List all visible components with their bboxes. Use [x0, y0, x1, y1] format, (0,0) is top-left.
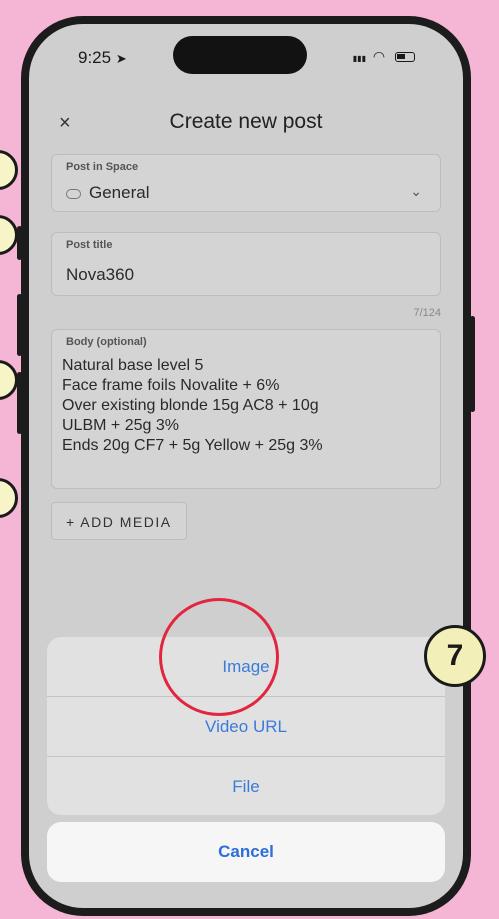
battery-icon [395, 52, 415, 63]
phone-frame: 9:25 ➤ ▮▮▮ ◠ × Create new post Post in S… [17, 16, 475, 916]
body-field[interactable]: Body (optional) Natural base level 5 Fac… [51, 329, 441, 489]
phone-side-button [17, 294, 22, 356]
status-icons: ▮▮▮ ◠ [353, 48, 415, 65]
page-title: Create new post [169, 110, 323, 133]
body-text[interactable]: Natural base level 5 Face frame foils No… [62, 356, 323, 456]
body-line: Ends 20g CF7 + 5g Yellow + 25g 3% [62, 437, 323, 454]
status-time-text: 9:25 [78, 48, 112, 67]
signal-icon: ▮▮▮ [352, 54, 366, 63]
location-arrow-icon: ➤ [115, 51, 127, 66]
chat-icon [66, 188, 81, 199]
space-value: General [66, 183, 149, 203]
title-char-counter: 7/124 [413, 307, 441, 319]
phone-side-button [470, 316, 475, 412]
add-media-button[interactable]: + ADD MEDIA [51, 502, 187, 540]
chevron-down-icon[interactable]: ⌄ [410, 183, 422, 200]
dynamic-island [173, 36, 307, 74]
body-line: Natural base level 5 [62, 357, 204, 374]
post-title-field[interactable]: Post title Nova360 [51, 232, 441, 296]
step-marker-edge [0, 150, 18, 190]
post-title-value[interactable]: Nova360 [66, 265, 134, 285]
body-line: Face frame foils Novalite + 6% [62, 377, 280, 394]
body-line: ULBM + 25g 3% [62, 417, 179, 434]
phone-side-button [17, 226, 22, 260]
body-label: Body (optional) [66, 336, 147, 348]
status-bar: 9:25 ➤ ▮▮▮ ◠ [29, 24, 463, 94]
space-label: Post in Space [66, 161, 139, 173]
sheet-item-file[interactable]: File [47, 757, 445, 815]
post-title-label: Post title [66, 239, 113, 251]
body-line: Over existing blonde 15g AC8 + 10g [62, 397, 319, 414]
step-marker-edge [0, 215, 18, 255]
step-badge: 7 [424, 625, 486, 687]
post-header: × Create new post [29, 94, 463, 150]
status-time: 9:25 ➤ [78, 48, 127, 68]
highlight-circle [159, 598, 279, 716]
phone-screen: 9:25 ➤ ▮▮▮ ◠ × Create new post Post in S… [29, 24, 463, 908]
step-marker-edge [0, 360, 18, 400]
space-select[interactable]: Post in Space General ⌄ [51, 154, 441, 212]
step-marker-edge [0, 478, 18, 518]
phone-side-button [17, 372, 22, 434]
cancel-button[interactable]: Cancel [47, 822, 445, 882]
wifi-icon: ◠ [372, 48, 389, 64]
space-value-text: General [89, 183, 150, 202]
